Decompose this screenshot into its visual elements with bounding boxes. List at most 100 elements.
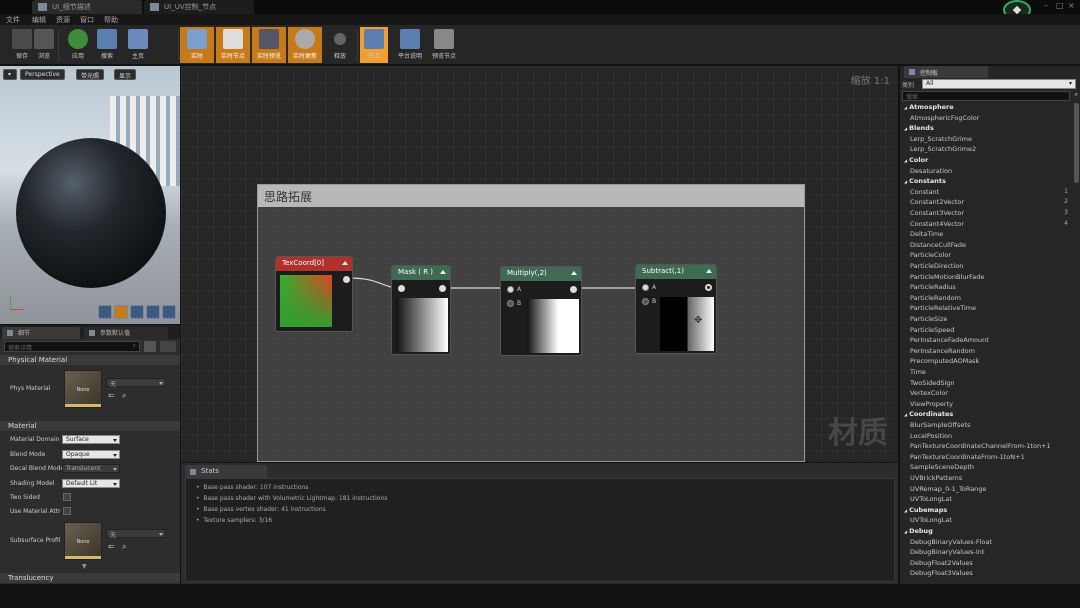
document-tab-1[interactable]: UI_细节描述 [32, 0, 142, 14]
menu-file[interactable]: 文件 [6, 15, 20, 25]
grid-view-icon[interactable] [144, 341, 156, 352]
input-pin-b[interactable] [642, 298, 649, 305]
palette-item[interactable]: Time [910, 368, 926, 376]
browse-icon[interactable]: ⌕ [122, 542, 126, 552]
palette-item[interactable]: Lerp_ScratchGrime [910, 135, 972, 143]
decal-blend-mode-dropdown[interactable]: Translucent [62, 464, 120, 473]
palette-item[interactable]: ParticleSize [910, 315, 947, 323]
details-search-input[interactable]: 搜索详情 ⌕ [4, 341, 140, 352]
palette-item[interactable]: PerInstanceFadeAmount [910, 336, 989, 344]
input-pin-a[interactable] [642, 284, 649, 291]
palette-item[interactable]: ParticleRelativeTime [910, 304, 976, 312]
sphere-icon[interactable] [114, 305, 128, 319]
viewport-menu-button[interactable]: ▾ [3, 69, 17, 80]
live-nodes-button[interactable]: 实时节点 [216, 27, 250, 63]
input-pin-a[interactable] [507, 286, 514, 293]
live-preview-button[interactable]: 实时预览 [252, 27, 286, 63]
palette-item[interactable]: DebugFloat3Values [910, 569, 973, 577]
palette-category[interactable]: ◢ Coordinates [904, 410, 953, 418]
tab-palette[interactable]: 控制板 [904, 66, 988, 78]
palette-item[interactable]: UVToLongLat [910, 495, 952, 503]
material-graph[interactable]: 缩放 1:1 思路拓展 TexCoord[0] Mask ( R ) Multi… [181, 66, 898, 462]
phys-material-dropdown[interactable]: 无 [106, 378, 166, 388]
palette-item[interactable]: Constant2Vector [910, 198, 964, 206]
palette-item[interactable]: DeltaTime [910, 230, 943, 238]
lit-mode-button[interactable]: 带光照 [76, 69, 105, 80]
input-pin-b[interactable] [507, 300, 514, 307]
menu-asset[interactable]: 资源 [56, 15, 70, 25]
palette-item[interactable]: UVToLongLat [910, 516, 952, 524]
section-translucency[interactable]: Translucency [0, 573, 180, 583]
multiply-node[interactable]: Multiply(,2) A B [500, 266, 582, 356]
texcoord-node[interactable]: TexCoord[0] [275, 256, 353, 332]
teapot-icon[interactable] [162, 305, 176, 319]
palette-item[interactable]: Constant [910, 188, 939, 196]
output-pin[interactable] [343, 276, 350, 283]
menu-window[interactable]: 窗口 [80, 15, 94, 25]
preview-viewport[interactable]: ▾ Perspective 带光照 显示 [0, 66, 180, 324]
palette-item[interactable]: Lerp_ScratchGrime2 [910, 145, 976, 153]
live-update-button[interactable]: 实时更新 [288, 27, 322, 63]
palette-item[interactable]: UVRemap_0-1_ToRange [910, 485, 986, 493]
palette-item[interactable]: ParticleSpeed [910, 326, 954, 334]
preview-nodes-button[interactable]: 预览节点 [424, 27, 464, 63]
tab-details[interactable]: 细节 [2, 327, 80, 339]
live-button[interactable]: 实时 [180, 27, 214, 63]
palette-category[interactable]: ◢ Atmosphere [904, 103, 954, 111]
palette-item[interactable]: UVBrickPatterns [910, 474, 962, 482]
palette-item[interactable]: DebugBinaryValues-Int [910, 548, 984, 556]
maximize-button[interactable]: □ [1056, 1, 1064, 10]
palette-item[interactable]: Constant4Vector [910, 220, 964, 228]
menu-edit[interactable]: 编辑 [32, 15, 46, 25]
palette-item[interactable]: ParticleRandom [910, 294, 961, 302]
section-physical-material[interactable]: Physical Material [0, 355, 180, 365]
palette-item[interactable]: PanTextureCoordinateFrom-1toN+1 [910, 453, 1025, 461]
menu-help[interactable]: 帮助 [104, 15, 118, 25]
material-domain-dropdown[interactable]: Surface [62, 435, 120, 444]
palette-item[interactable]: ParticleRadius [910, 283, 956, 291]
output-pin[interactable] [705, 284, 712, 291]
perspective-button[interactable]: Perspective [20, 69, 65, 80]
palette-item[interactable]: DebugBinaryValues-Float [910, 538, 992, 546]
plane-icon[interactable] [130, 305, 144, 319]
section-material[interactable]: Material [0, 421, 180, 431]
show-button[interactable]: 显示 [114, 69, 137, 80]
palette-category[interactable]: ◢ Cubemaps [904, 506, 947, 514]
palette-item[interactable]: LocalPosition [910, 432, 952, 440]
palette-item[interactable]: ParticleMotionBlurFade [910, 273, 984, 281]
palette-scrollbar[interactable] [1074, 103, 1079, 183]
eye-icon[interactable] [160, 341, 176, 352]
output-pin[interactable] [570, 286, 577, 293]
category-dropdown[interactable]: All ▾ [922, 79, 1076, 89]
use-selected-icon[interactable]: ⇐ [108, 391, 115, 400]
cylinder-icon[interactable] [98, 305, 112, 319]
palette-item[interactable]: BlurSampleOffsets [910, 421, 970, 429]
use-selected-icon[interactable]: ⇐ [108, 542, 115, 551]
palette-item[interactable]: VertexColor [910, 389, 948, 397]
palette-category[interactable]: ◢ Constants [904, 177, 946, 185]
palette-category[interactable]: ◢ Color [904, 156, 928, 164]
palette-category[interactable]: ◢ Blends [904, 124, 934, 132]
palette-item[interactable]: DistanceCullFade [910, 241, 966, 249]
palette-item[interactable]: DebugFloat2Values [910, 559, 973, 567]
minimize-button[interactable]: – [1044, 1, 1048, 10]
palette-item[interactable]: TwoSidedSign [910, 379, 955, 387]
cube-icon[interactable] [146, 305, 160, 319]
palette-item[interactable]: ParticleColor [910, 251, 951, 259]
input-pin[interactable] [398, 285, 405, 292]
palette-category[interactable]: ◢ Debug [904, 527, 933, 535]
palette-item[interactable]: AtmosphericFogColor [910, 114, 979, 122]
phys-material-thumbnail[interactable]: None [64, 370, 102, 408]
palette-item[interactable]: SampleSceneDepth [910, 463, 974, 471]
mask-node[interactable]: Mask ( R ) [391, 265, 451, 355]
palette-item[interactable]: PerInstanceRandom [910, 347, 975, 355]
palette-item[interactable]: Desaturation [910, 167, 952, 175]
subtract-node[interactable]: Subtract(,1) A B ✥ [635, 264, 717, 354]
palette-item[interactable]: PanTextureCoordinateChannelFrom-1ton+1 [910, 442, 1051, 450]
subsurface-profile-thumbnail[interactable]: None [64, 522, 102, 560]
shading-model-dropdown[interactable]: Default Lit [62, 479, 120, 488]
subsurface-profile-dropdown[interactable]: 无 [106, 529, 166, 539]
release-button[interactable]: 释放 [324, 27, 356, 63]
home-button[interactable]: 主页 [118, 27, 158, 63]
palette-item[interactable]: ParticleDirection [910, 262, 963, 270]
